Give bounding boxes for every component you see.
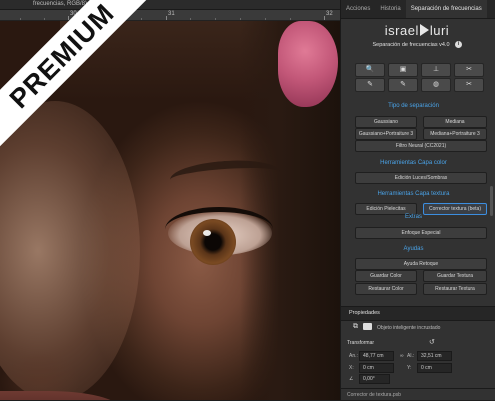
- ruler-tick-label: 32: [326, 11, 333, 17]
- gaussiano-portraiture-button[interactable]: Gaussiano+Portraiture 3: [355, 128, 417, 140]
- y-field[interactable]: 0 cm: [417, 363, 452, 373]
- width-field[interactable]: 48,77 cm: [359, 351, 394, 361]
- guardar-color-button[interactable]: Guardar Color: [355, 270, 417, 282]
- height-field[interactable]: 32,51 cm: [417, 351, 452, 361]
- layer-tool-button[interactable]: ▣: [388, 63, 418, 77]
- enfoque-especial-button[interactable]: Enfoque Especial: [355, 227, 487, 239]
- gaussiano-button[interactable]: Gaussiano: [355, 116, 417, 128]
- side-panel: Acciones Historia Separación de frecuenc…: [340, 0, 495, 400]
- lips: [0, 391, 120, 400]
- guardar-textura-button[interactable]: Guardar Textura: [423, 270, 487, 282]
- panel-tabs: Acciones Historia Separación de frecuenc…: [341, 0, 495, 19]
- section-ayudas: Ayudas: [403, 246, 424, 252]
- height-label: Al.:: [407, 353, 415, 359]
- layer-footer: Corrector de textura.psb: [341, 388, 495, 401]
- properties-header: Propiedades: [341, 306, 495, 321]
- israel-luri-logo: israel luri: [367, 21, 467, 41]
- tab-historia[interactable]: Historia: [375, 0, 405, 18]
- y-label: Y:: [407, 365, 412, 371]
- edicion-luces-button[interactable]: Edición Luces/Sombras: [355, 172, 487, 184]
- logo-right-text: luri: [429, 23, 450, 38]
- blur-tool-button[interactable]: ◍: [421, 78, 451, 92]
- angle-field[interactable]: 0,00°: [359, 374, 390, 384]
- play-triangle-icon: [419, 24, 429, 36]
- reset-icon[interactable]: ↺: [429, 338, 435, 346]
- object-type-label: Objeto inteligente incrustado: [377, 325, 441, 331]
- info-icon[interactable]: i: [455, 41, 462, 48]
- tab-separacion[interactable]: Separación de frecuencias: [405, 0, 487, 18]
- mediana-portraiture-button[interactable]: Mediana+Portraiture 3: [423, 128, 487, 140]
- stamp-tool-button[interactable]: ⊥: [421, 63, 451, 77]
- eyelashes: [165, 207, 273, 252]
- filtro-neural-button[interactable]: Filtro Neural (CC2021): [355, 140, 487, 152]
- panel-scrollbar[interactable]: [490, 186, 493, 216]
- x-label: X:: [349, 365, 354, 371]
- transform-label: Transformar: [347, 340, 375, 346]
- ayuda-retoque-button[interactable]: Ayuda Retoque: [355, 258, 487, 270]
- layer-name: Corrector de textura.psb: [347, 392, 401, 398]
- x-field[interactable]: 0 cm: [359, 363, 394, 373]
- restaurar-textura-button[interactable]: Restaurar Textura: [423, 283, 487, 295]
- logo-left-text: israel: [384, 23, 419, 38]
- premium-label: PREMIUM: [0, 0, 150, 148]
- zoom-tool-button[interactable]: 🔍: [355, 63, 385, 77]
- width-label: An.:: [349, 353, 358, 359]
- tab-acciones[interactable]: Acciones: [341, 0, 375, 18]
- brush-tool-button[interactable]: ✎: [355, 78, 385, 92]
- section-extras: Extras: [404, 214, 422, 220]
- section-capa-textura: Herramientas Capa textura: [377, 191, 450, 197]
- cut-tool-button[interactable]: ✂: [454, 63, 484, 77]
- pencil-tool-button[interactable]: ✎: [388, 78, 418, 92]
- link-icon[interactable]: ∞: [400, 353, 404, 359]
- premium-ribbon: PREMIUM: [0, 0, 150, 150]
- heal-tool-button[interactable]: ✂: [454, 78, 484, 92]
- restaurar-color-button[interactable]: Restaurar Color: [355, 283, 417, 295]
- embedded-icon: [363, 323, 372, 330]
- mediana-button[interactable]: Mediana: [423, 116, 487, 128]
- properties-title: Propiedades: [349, 310, 380, 316]
- angle-icon: ∠: [349, 376, 354, 382]
- smart-object-icon: ⧉: [353, 323, 358, 330]
- ruler-tick-label: 31: [168, 11, 175, 17]
- section-capa-color: Herramientas Capa color: [380, 160, 447, 166]
- section-tipo-separacion: Tipo de separación: [388, 103, 439, 109]
